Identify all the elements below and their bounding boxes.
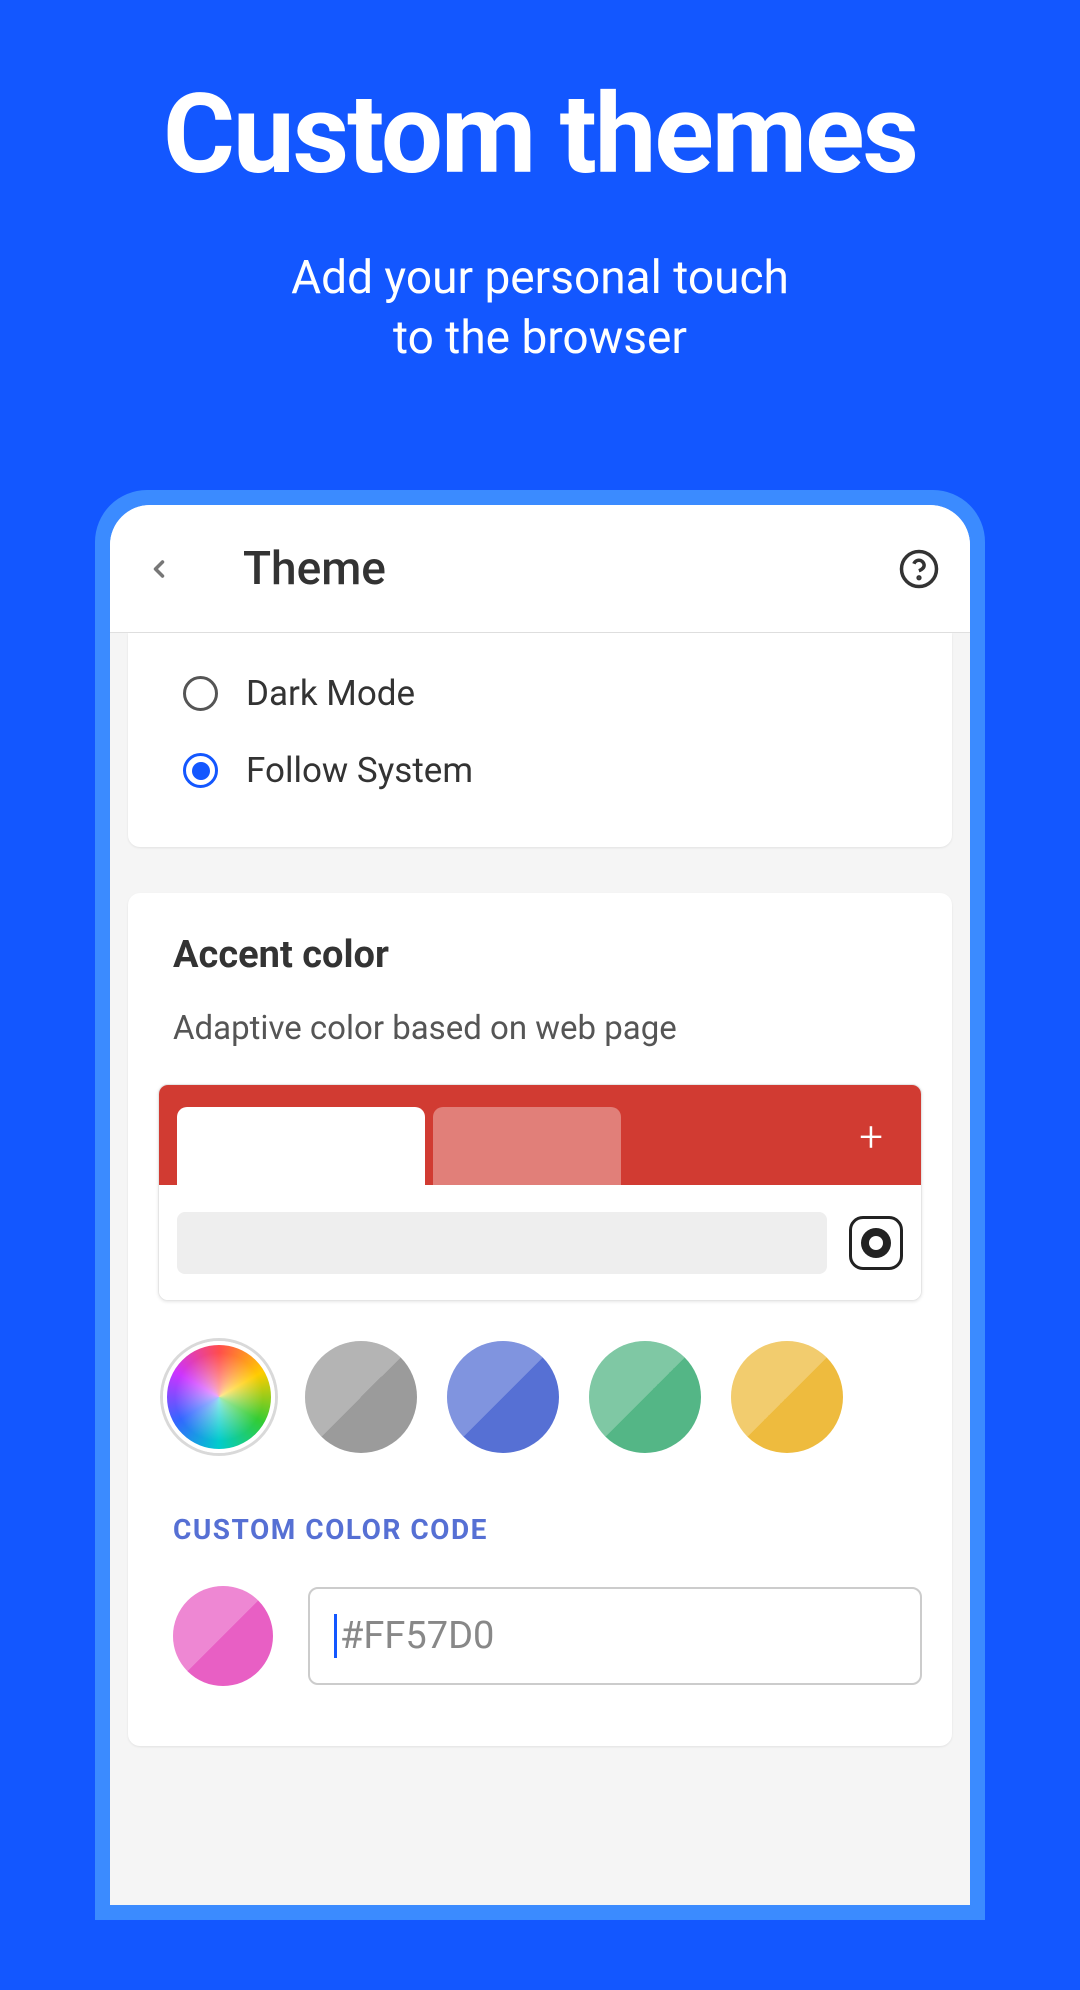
new-tab-button[interactable]: + bbox=[859, 1113, 883, 1162]
radio-dark-mode[interactable]: Dark Mode bbox=[183, 655, 922, 732]
address-bar[interactable] bbox=[177, 1212, 827, 1274]
vivaldi-icon[interactable] bbox=[849, 1216, 903, 1270]
phone-frame: Theme Dark Mode Follow System bbox=[95, 490, 985, 1920]
browser-preview: + bbox=[158, 1084, 922, 1301]
swatch-yellow[interactable] bbox=[731, 1341, 843, 1453]
phone-screen: Theme Dark Mode Follow System bbox=[110, 505, 970, 1905]
hex-input[interactable]: #FF57D0 bbox=[308, 1587, 922, 1685]
custom-color-row: #FF57D0 bbox=[158, 1586, 922, 1686]
swatch-green[interactable] bbox=[589, 1341, 701, 1453]
hero-subtitle: Add your personal touch to the browser bbox=[0, 249, 1080, 369]
color-swatches bbox=[158, 1341, 922, 1453]
accent-color-card: Accent color Adaptive color based on web… bbox=[128, 893, 952, 1746]
help-icon[interactable] bbox=[898, 548, 940, 590]
accent-description: Adaptive color based on web page bbox=[158, 1009, 922, 1048]
custom-color-label: CUSTOM COLOR CODE bbox=[158, 1513, 922, 1546]
custom-swatch[interactable] bbox=[173, 1586, 273, 1686]
radio-label: Dark Mode bbox=[246, 673, 415, 714]
swatch-adaptive[interactable] bbox=[163, 1341, 275, 1453]
hero-title: Custom themes bbox=[0, 70, 1080, 199]
radio-icon bbox=[183, 676, 218, 711]
page-title: Theme bbox=[243, 542, 386, 596]
text-cursor bbox=[334, 1614, 337, 1658]
radio-icon bbox=[183, 753, 218, 788]
tab-inactive[interactable] bbox=[433, 1107, 621, 1185]
appearance-card: Dark Mode Follow System bbox=[128, 633, 952, 847]
swatch-gray[interactable] bbox=[305, 1341, 417, 1453]
tab-active[interactable] bbox=[177, 1107, 425, 1185]
tab-bar: + bbox=[159, 1085, 921, 1185]
swatch-blue[interactable] bbox=[447, 1341, 559, 1453]
back-icon[interactable] bbox=[145, 555, 173, 583]
accent-title: Accent color bbox=[158, 933, 922, 977]
address-row bbox=[159, 1185, 921, 1300]
radio-label: Follow System bbox=[246, 750, 473, 791]
radio-follow-system[interactable]: Follow System bbox=[183, 732, 922, 809]
app-header: Theme bbox=[110, 505, 970, 633]
